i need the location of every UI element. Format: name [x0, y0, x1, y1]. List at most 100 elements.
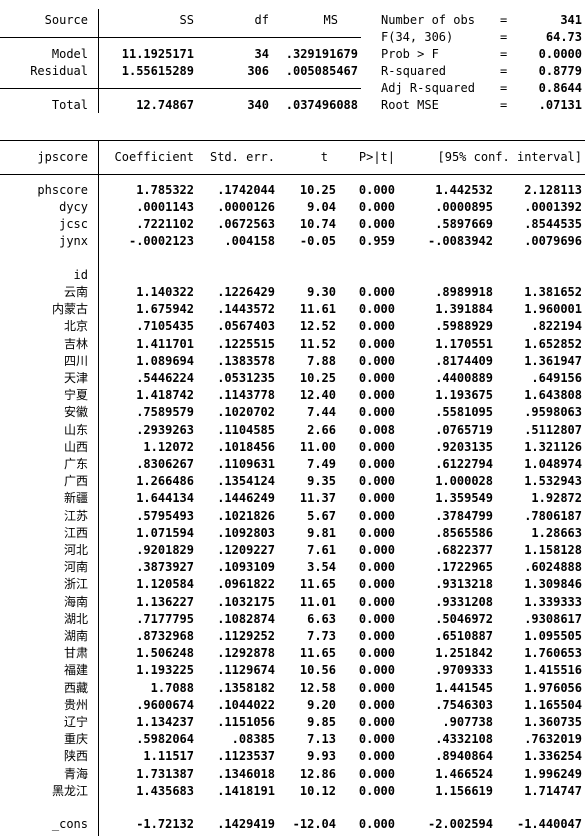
cell-hi: 2.128113: [524, 183, 582, 197]
table-row: 陕西 1.11517 .1123537 9.93 0.000 .8940864 1.3362…: [0, 748, 585, 765]
table-row: 广西 1.266486 .1354124 9.35 0.000 1.000028 1.532…: [0, 473, 585, 490]
cell-t: 12.86: [299, 766, 336, 781]
table-row: 云南 1.140322 .1226429 9.30 0.000 .8989918 1.381…: [0, 284, 585, 301]
cell-p: 0.000: [358, 732, 395, 747]
table-row: 天津 .5446224 .0531235 10.25 0.000 .4400889 .649…: [0, 370, 585, 387]
cell-lo: 1.000028: [435, 474, 493, 489]
cell-lo: .6822377: [435, 543, 493, 557]
coef-rule-head-left: [0, 174, 98, 175]
cell-se: .1209227: [217, 543, 275, 557]
anova-total-ms: .037496088: [285, 98, 358, 112]
row-label: 四川: [63, 353, 88, 368]
anova-header-ms: MS: [323, 13, 338, 27]
cell-p: 0.000: [358, 525, 395, 540]
table-row: 江苏 .5795493 .1021826 5.67 0.000 .3784799 .7806…: [0, 508, 585, 525]
cell-t: 11.61: [299, 302, 336, 317]
table-row: _cons -1.72132 .1429419 -12.04 0.000 -2.00259…: [0, 816, 585, 833]
cell-t: 9.35: [307, 474, 336, 489]
cell-p: 0.000: [358, 217, 395, 231]
cell-p: 0.000: [358, 371, 395, 385]
row-label: 贵州: [63, 697, 88, 712]
cell-lo: .9203135: [435, 439, 493, 454]
cell-hi: 1.960001: [524, 302, 582, 317]
row-label: 河南: [63, 560, 88, 575]
cell-hi: 1.643808: [524, 388, 582, 403]
cell-t: 5.67: [307, 508, 336, 523]
cell-lo: -2.002594: [427, 817, 493, 831]
table-row: 山东 .2939263 .1104585 2.66 0.008 .0765719 .5112…: [0, 422, 585, 439]
cell-hi: 1.339333: [524, 594, 582, 609]
anova-header-source: Source: [44, 13, 88, 27]
cell-hi: 1.92872: [531, 491, 582, 506]
cell-se: .1032175: [217, 594, 275, 609]
row-label: 湖北: [63, 611, 88, 626]
stat-eq: =: [500, 98, 508, 112]
row-label: 湖南: [63, 629, 88, 643]
cell-p: 0.000: [358, 577, 395, 592]
cell-hi: .7806187: [524, 508, 582, 523]
cell-lo: .8989918: [435, 285, 493, 299]
cell-hi: 1.336254: [524, 749, 582, 764]
cell-lo: .5988929: [435, 319, 493, 334]
cell-coef: .8306267: [136, 457, 194, 471]
cell-hi: 1.532943: [524, 474, 582, 489]
stat-eq: =: [500, 30, 508, 44]
cell-hi: 1.095505: [524, 629, 582, 643]
cell-hi: 1.415516: [524, 663, 582, 678]
row-label: 内蒙古: [51, 302, 88, 317]
cell-hi: .822194: [531, 319, 582, 334]
cell-hi: .9598063: [524, 405, 582, 420]
cell-se: .1151056: [217, 715, 275, 729]
cell-coef: .3873927: [136, 560, 194, 575]
cell-lo: .907738: [442, 715, 493, 729]
cell-coef: 1.731387: [136, 766, 194, 781]
cell-se: .1292878: [217, 646, 275, 661]
cell-hi: -1.440047: [516, 817, 582, 831]
cell-p: 0.000: [358, 697, 395, 712]
table-row: 辽宁 1.134237 .1151056 9.85 0.000 .907738 1.3607…: [0, 714, 585, 731]
coef-rule-top-right: [98, 140, 585, 141]
cell-se: .0531235: [217, 371, 275, 385]
table-row: 湖北 .7177795 .1082874 6.63 0.000 .5046972 .9308…: [0, 611, 585, 628]
cell-se: .1092803: [217, 525, 275, 540]
coef-header-se: Std. err.: [209, 150, 275, 164]
cell-hi: 1.714747: [524, 783, 582, 798]
table-row: 青海 1.731387 .1346018 12.86 0.000 1.466524 1.99…: [0, 766, 585, 783]
table-row: 内蒙古 1.675942 .1443572 11.61 0.000 1.391884 1.9…: [0, 301, 585, 318]
cell-lo: .9313218: [435, 577, 493, 592]
cell-se: .1123537: [217, 749, 275, 764]
cell-t: 11.65: [299, 577, 336, 592]
cell-p: 0.000: [358, 629, 395, 643]
cell-t: 7.88: [307, 353, 336, 368]
cell-coef: .9600674: [136, 697, 194, 712]
cell-coef: .7589579: [136, 405, 194, 420]
cell-p: 0.000: [358, 817, 395, 831]
cell-coef: 1.266486: [136, 474, 194, 489]
cell-lo: 1.442532: [435, 183, 493, 197]
cell-se: .1346018: [217, 766, 275, 781]
table-row: 安徽 .7589579 .1020702 7.44 0.000 .5581095 .9598…: [0, 404, 585, 421]
cell-p: 0.000: [358, 766, 395, 781]
cell-coef: .7105435: [136, 319, 194, 334]
anova-row-source: Model: [51, 47, 88, 61]
cell-se: .1020702: [217, 405, 275, 420]
cell-lo: -.0083942: [427, 234, 493, 248]
row-label: jynx: [59, 234, 88, 248]
anova-header-df: df: [254, 13, 269, 27]
cell-lo: .7546303: [435, 697, 493, 712]
stat-label: F(34, 306): [381, 30, 454, 44]
stat-label: Adj R-squared: [381, 81, 475, 95]
stat-value: 0.0000: [538, 47, 582, 61]
cell-lo: 1.156619: [435, 783, 493, 798]
anova-row-df: 34: [254, 47, 269, 61]
cell-se: .1225515: [217, 336, 275, 351]
cell-t: -12.04: [292, 817, 336, 831]
row-label: 安徽: [63, 405, 88, 420]
table-row: 福建 1.193225 .1129674 10.56 0.000 .9709333 1.41…: [0, 662, 585, 679]
cell-t: 9.85: [307, 715, 336, 729]
row-label: 江西: [63, 525, 88, 540]
row-label: 河北: [63, 543, 88, 557]
cell-hi: 1.976056: [524, 680, 582, 695]
row-label: 江苏: [63, 508, 88, 523]
cell-p: 0.000: [358, 353, 395, 368]
